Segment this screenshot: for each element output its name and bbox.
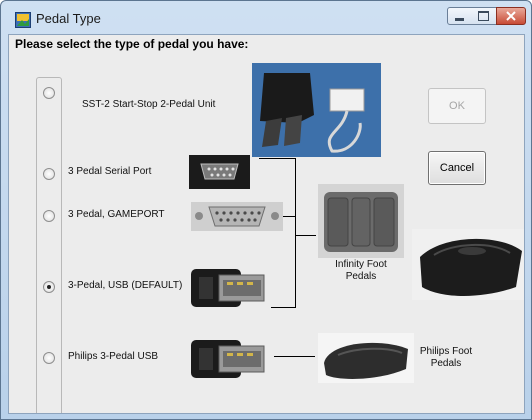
option-label-philips: Philips 3-Pedal USB xyxy=(68,351,159,362)
connector-line xyxy=(274,356,315,357)
radio-selected-dot xyxy=(47,285,51,289)
usb-plug-image xyxy=(189,259,266,316)
close-button[interactable] xyxy=(496,7,526,25)
option-label-gameport: 3 Pedal, GAMEPORT xyxy=(68,209,165,220)
connector-line xyxy=(295,158,296,308)
philips-pedal-image xyxy=(318,333,414,383)
title-bar[interactable]: Pedal Type xyxy=(1,1,531,34)
infinity-pedal-image xyxy=(318,184,404,258)
radio-serial[interactable] xyxy=(43,168,55,180)
sst2-pedal-image xyxy=(252,63,381,157)
dialog-body: Please select the type of pedal you have… xyxy=(8,34,525,414)
cancel-button[interactable]: Cancel xyxy=(428,151,486,185)
app-icon xyxy=(15,12,31,28)
ok-button[interactable]: OK xyxy=(428,88,486,124)
radio-usb-default[interactable] xyxy=(43,281,55,293)
option-label-serial: 3 Pedal Serial Port xyxy=(68,166,152,177)
window-title: Pedal Type xyxy=(36,11,101,26)
infinity-pedals-caption: Infinity Foot Pedals xyxy=(335,259,387,282)
connector-line xyxy=(271,307,296,308)
close-icon xyxy=(506,11,516,21)
serial-port-image xyxy=(189,155,250,189)
dialog-window: Pedal Type Please select the type of ped… xyxy=(0,0,532,420)
option-label-usb: 3-Pedal, USB (DEFAULT) xyxy=(68,280,183,291)
radio-philips[interactable] xyxy=(43,352,55,364)
usb-pedal-image xyxy=(412,229,524,300)
maximize-icon xyxy=(478,11,489,21)
option-label-sst2: SST-2 Start-Stop 2-Pedal Unit xyxy=(82,99,216,110)
connector-line xyxy=(283,216,296,217)
minimize-button[interactable] xyxy=(447,7,472,25)
philips-pedals-caption: Philips Foot Pedals xyxy=(419,346,473,369)
philips-usb-plug-image xyxy=(189,330,266,387)
connector-line xyxy=(259,158,295,159)
prompt-text: Please select the type of pedal you have… xyxy=(15,37,249,51)
radio-sst2[interactable] xyxy=(43,87,55,99)
radio-gameport[interactable] xyxy=(43,210,55,222)
maximize-button[interactable] xyxy=(471,7,497,25)
connector-line xyxy=(295,235,316,236)
minimize-icon xyxy=(455,17,464,21)
gameport-image xyxy=(191,202,283,231)
